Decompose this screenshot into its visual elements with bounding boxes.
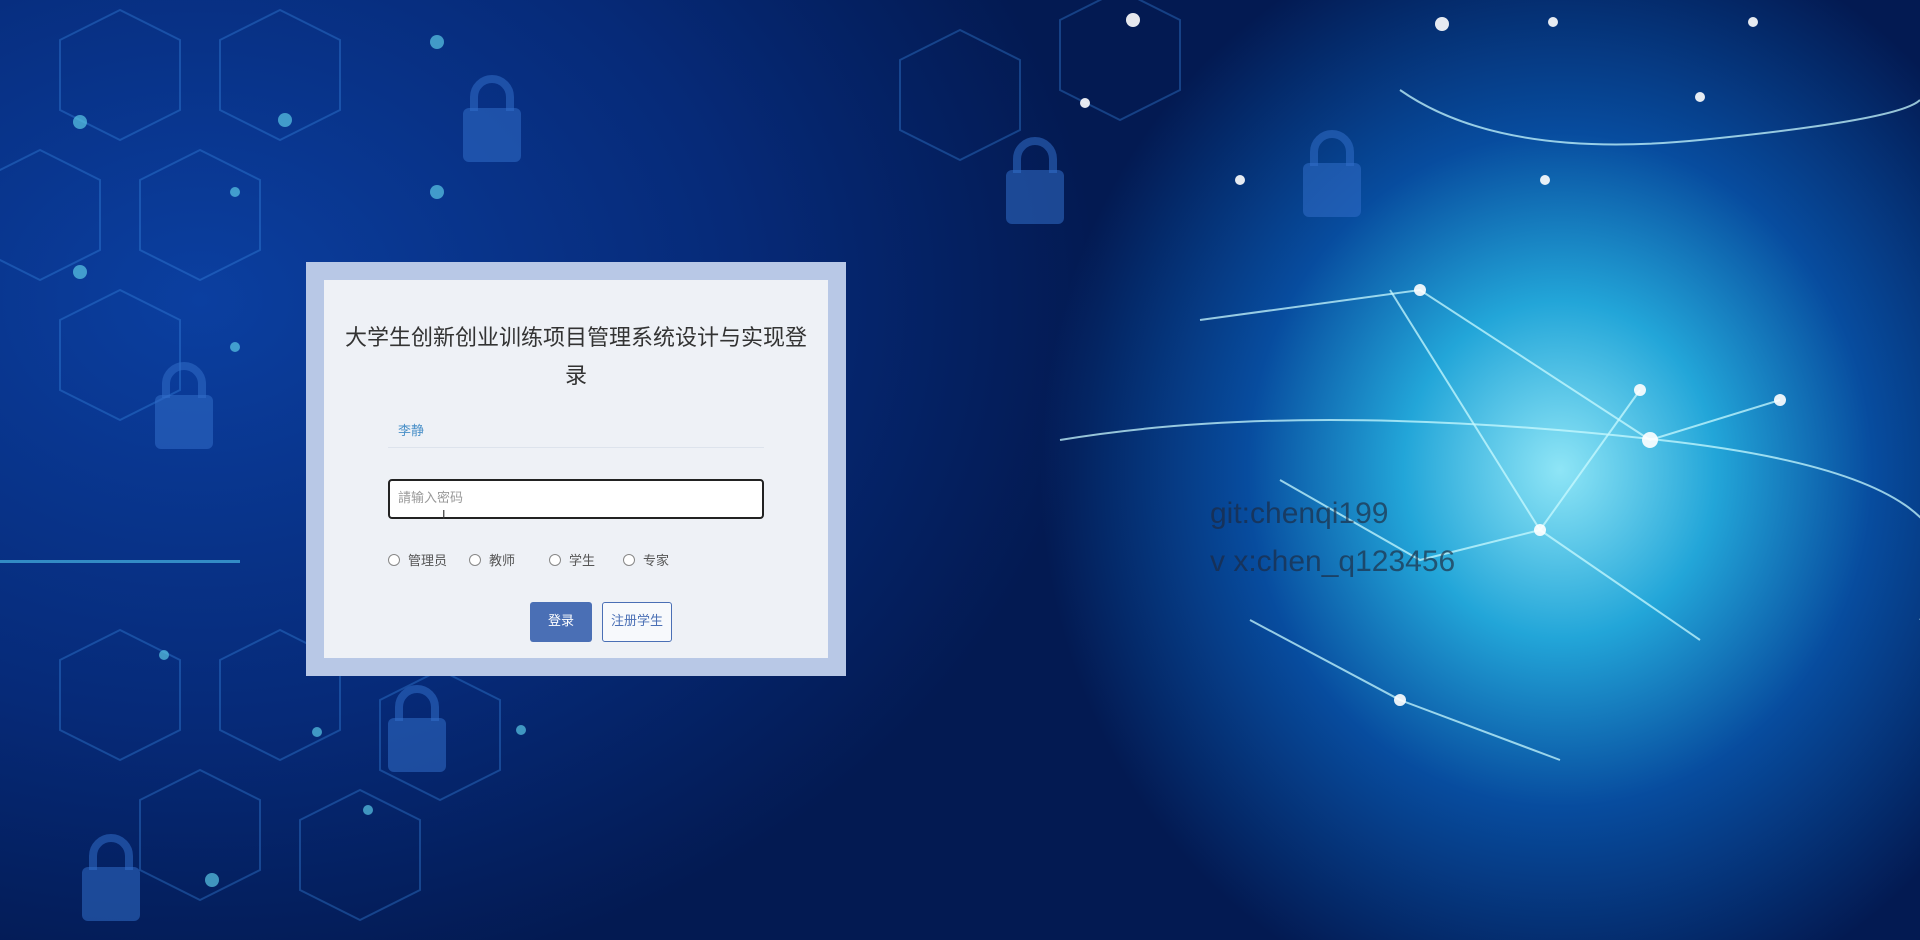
role-option-admin[interactable]: 管理员 — [388, 550, 447, 569]
role-label: 学生 — [569, 554, 596, 569]
background — [0, 0, 1920, 940]
watermark: git:chenqi199 v x:chen_q123456 — [1210, 490, 1455, 586]
role-label: 教师 — [489, 554, 516, 569]
page-title: 大学生创新创业训练项目管理系统设计与实现登录 — [344, 326, 807, 389]
role-selector: 管理员 教师 学生 专家 — [388, 550, 768, 570]
login-form: 大学生创新创业训练项目管理系统设计与实现登录 李静 請输入密码 管理员 教师 学… — [324, 280, 828, 658]
role-label: 专家 — [643, 554, 670, 569]
login-panel: 大学生创新创业训练项目管理系统设计与实现登录 李静 請输入密码 管理员 教师 学… — [306, 262, 846, 676]
radio-icon[interactable] — [388, 553, 400, 566]
role-option-student[interactable]: 学生 — [549, 550, 595, 569]
watermark-line: v x:chen_q123456 — [1210, 545, 1456, 578]
login-button[interactable]: 登录 — [530, 602, 592, 642]
network-pattern — [0, 0, 1920, 922]
radio-icon[interactable] — [623, 553, 635, 566]
username-field[interactable]: 李静 — [388, 416, 764, 448]
radio-icon[interactable] — [469, 553, 481, 566]
role-option-teacher[interactable]: 教师 — [469, 550, 515, 569]
role-label: 管理员 — [408, 554, 448, 569]
watermark-line: git:chenqi199 — [1210, 497, 1389, 530]
register-student-button[interactable]: 注册学生 — [602, 602, 672, 642]
role-option-expert[interactable]: 专家 — [623, 550, 669, 569]
text-cursor-icon: I — [442, 508, 446, 522]
radio-icon[interactable] — [549, 553, 561, 566]
